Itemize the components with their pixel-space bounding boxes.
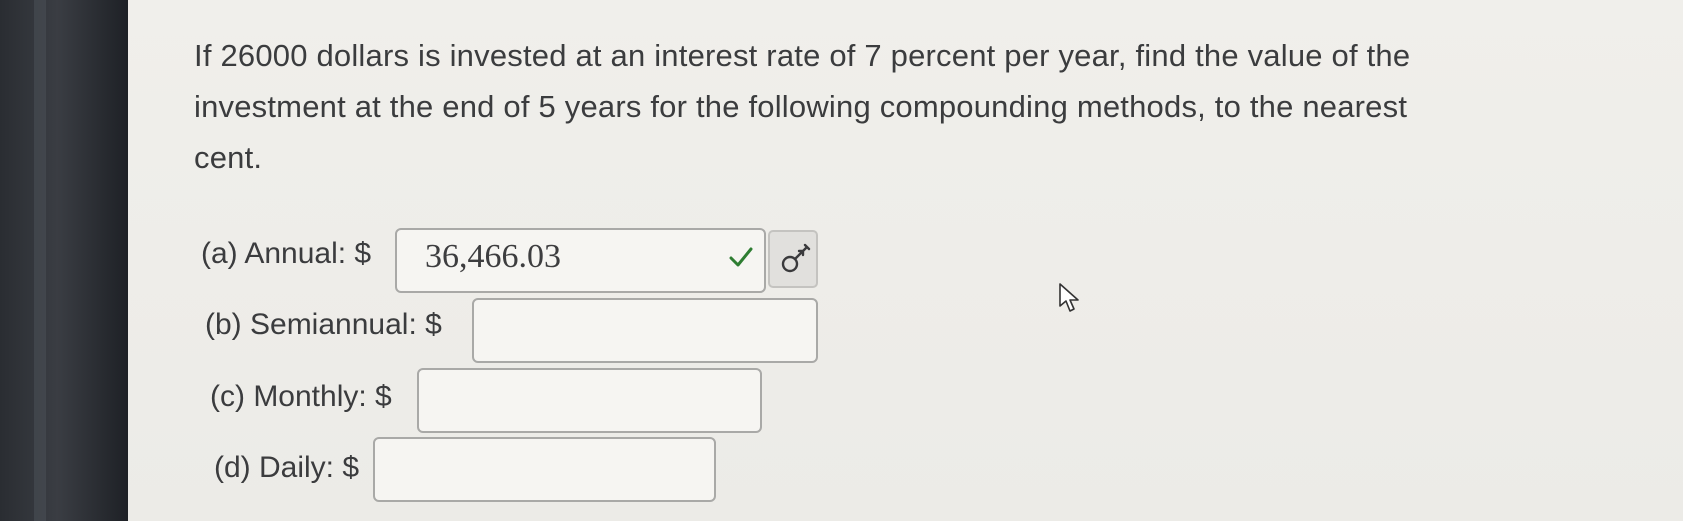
part-d-row: (d) Daily: $ <box>214 451 359 485</box>
question-line-3: cent. <box>194 140 263 175</box>
part-a-label: (a) Annual: $ <box>201 237 372 270</box>
hint-key-button[interactable] <box>768 230 818 288</box>
semiannual-answer-input[interactable] <box>472 298 818 363</box>
part-a-row: (a) Annual: $ <box>201 237 371 271</box>
annual-answer-value: 36,466.03 <box>425 238 561 275</box>
question-text: If 26000 dollars is invested at an inter… <box>194 30 1683 183</box>
check-icon <box>729 247 753 267</box>
monitor-bezel <box>0 0 128 521</box>
question-line-1: If 26000 dollars is invested at an inter… <box>194 38 1411 73</box>
part-b-label: (b) Semiannual: $ <box>205 308 442 341</box>
part-c-row: (c) Monthly: $ <box>210 380 392 414</box>
part-b-row: (b) Semiannual: $ <box>205 308 442 342</box>
monthly-answer-input[interactable] <box>417 368 762 433</box>
part-d-label: (d) Daily: $ <box>214 451 360 484</box>
daily-answer-input[interactable] <box>373 437 716 502</box>
part-c-label: (c) Monthly: $ <box>210 380 392 413</box>
question-line-2: investment at the end of 5 years for the… <box>194 89 1408 124</box>
screen: If 26000 dollars is invested at an inter… <box>0 0 1683 521</box>
key-icon <box>781 243 811 273</box>
mouse-pointer-icon <box>1059 283 1079 312</box>
annual-answer-input[interactable]: 36,466.03 <box>395 228 766 293</box>
